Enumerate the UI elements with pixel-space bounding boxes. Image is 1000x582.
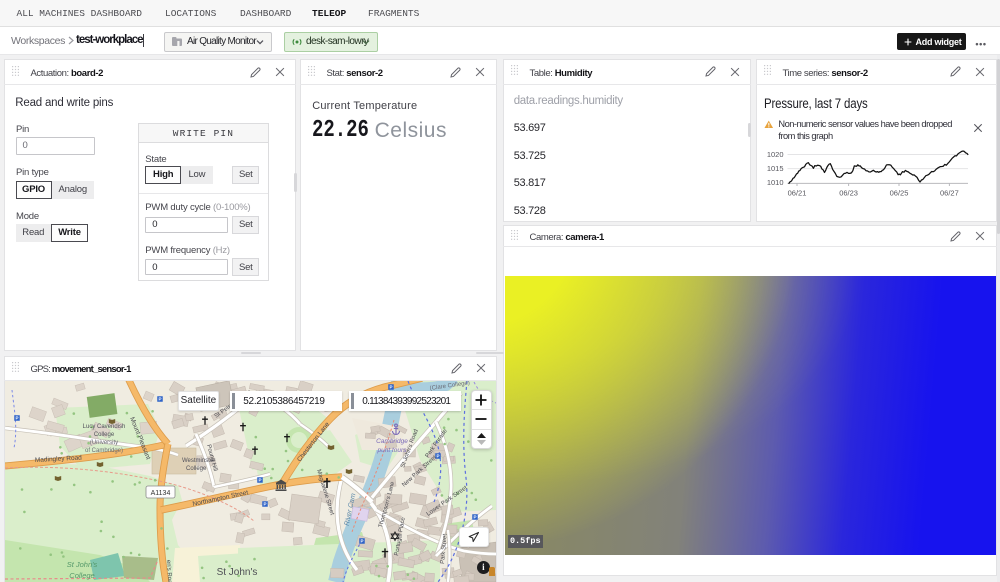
svg-text:punt tours: punt tours [377, 447, 408, 454]
svg-text:P: P [158, 397, 161, 402]
svg-text:06/27: 06/27 [940, 189, 959, 198]
svg-text:Cambridge: Cambridge [376, 438, 408, 445]
svg-text:P: P [360, 539, 363, 544]
svg-text:P: P [389, 385, 392, 390]
svg-text:06/25: 06/25 [890, 189, 909, 198]
svg-text:06/21: 06/21 [788, 189, 807, 198]
svg-text:Lucy Cavendish: Lucy Cavendish [83, 424, 126, 430]
svg-text:A1134: A1134 [151, 490, 171, 497]
svg-text:P: P [258, 478, 261, 483]
svg-text:en's Road: en's Road [165, 560, 172, 582]
svg-text:College: College [94, 432, 115, 438]
svg-text:College: College [69, 571, 94, 580]
svg-text:1015: 1015 [767, 164, 784, 173]
svg-text:(University: (University [90, 440, 118, 446]
svg-text:P: P [473, 515, 476, 520]
svg-text:St John's: St John's [217, 567, 258, 578]
svg-text:P: P [436, 454, 439, 459]
svg-text:of Cambridge): of Cambridge) [85, 448, 123, 454]
svg-text:1020: 1020 [767, 150, 784, 159]
svg-text:St John's: St John's [67, 560, 98, 569]
svg-text:P: P [263, 502, 266, 507]
svg-text:1010: 1010 [767, 178, 784, 187]
svg-text:06/23: 06/23 [839, 189, 858, 198]
svg-text:College: College [186, 466, 207, 472]
svg-text:P: P [15, 416, 18, 421]
